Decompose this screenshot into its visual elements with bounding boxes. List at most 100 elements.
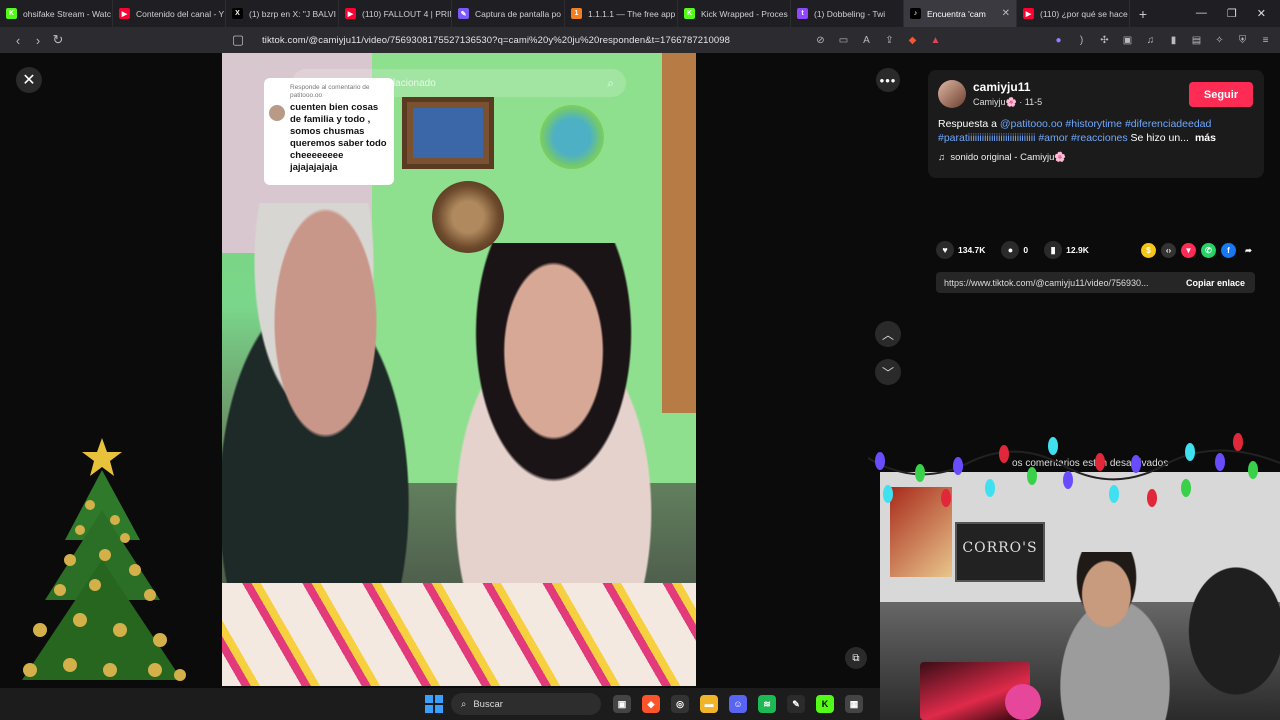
browser-tab[interactable]: Kohsifake Stream - Watc bbox=[0, 0, 113, 27]
embed-icon[interactable]: ‹› bbox=[1161, 242, 1176, 258]
minimize-icon[interactable]: — bbox=[1196, 7, 1207, 20]
back-icon[interactable]: ‹ bbox=[8, 33, 28, 48]
avatar[interactable] bbox=[938, 80, 966, 108]
block-icon[interactable]: ⊘ bbox=[814, 34, 827, 47]
browser-tab[interactable]: t (1) Dobbeling - Twi bbox=[791, 0, 904, 27]
whatsapp-icon[interactable]: ✆ bbox=[1201, 242, 1216, 258]
translate-icon[interactable]: A bbox=[860, 34, 873, 47]
streamer bbox=[1030, 552, 1200, 720]
copy-link-button[interactable]: Copiar enlace bbox=[1186, 278, 1255, 288]
share-icon[interactable]: ⇪ bbox=[883, 34, 896, 47]
tab-favicon-icon: K bbox=[6, 8, 17, 19]
link-copy-box: https://www.tiktok.com/@camiyju11/video/… bbox=[936, 272, 1255, 293]
more-button[interactable]: más bbox=[1195, 132, 1216, 144]
tab-favicon-icon: X bbox=[232, 8, 243, 19]
url-text[interactable]: tiktok.com/@camiyju11/video/756930817552… bbox=[262, 35, 730, 46]
extension-icon[interactable]: ● bbox=[1052, 34, 1065, 47]
reply-comment-sticker: Responde al comentario de patitooo.oo cu… bbox=[264, 78, 394, 185]
reload-icon[interactable]: ↻ bbox=[48, 32, 68, 48]
browser-tab[interactable]: ✎ Captura de pantalla po bbox=[452, 0, 565, 27]
coin-icon[interactable]: $ bbox=[1141, 242, 1156, 258]
tab-title: (1) Dobbeling - Twi bbox=[814, 8, 886, 19]
sound-title: sonido original - Camiyju🌸 bbox=[950, 152, 1067, 163]
spotify-icon[interactable]: ≋ bbox=[758, 695, 776, 713]
browser-tab[interactable]: 1 1.1.1.1 — The free app bbox=[565, 0, 678, 27]
bookmark-icon[interactable]: ▮ bbox=[1044, 241, 1063, 259]
tab-title: (110) FALLOUT 4 | PRIM bbox=[362, 8, 452, 19]
tree-tier-3 bbox=[22, 560, 182, 680]
miniplayer-icon[interactable]: ⧉ bbox=[845, 647, 867, 669]
windows-start-icon[interactable] bbox=[425, 695, 443, 713]
audio-icon[interactable]: ) bbox=[1075, 34, 1088, 47]
post-date: · 11-5 bbox=[1019, 97, 1043, 107]
tab-title: 1.1.1.1 — The free app bbox=[588, 8, 676, 19]
comment-stat[interactable]: ● 0 bbox=[1001, 241, 1028, 259]
close-tab-icon[interactable]: ✕ bbox=[1002, 8, 1010, 19]
brave-icon[interactable]: ◆ bbox=[642, 695, 660, 713]
tab-title: Kick Wrapped - Proces bbox=[701, 8, 788, 19]
next-video-button[interactable]: ﹀ bbox=[875, 359, 901, 385]
tab-title: Encuentra 'cam bbox=[927, 8, 986, 19]
close-video-button[interactable]: ✕ bbox=[16, 67, 42, 93]
avatar bbox=[269, 105, 285, 121]
browser-tab[interactable]: ▶ (110) FALLOUT 4 | PRIM bbox=[339, 0, 452, 27]
taskbar-search[interactable]: ⌕ Buscar bbox=[451, 693, 601, 715]
browser-toolbar-icons: ⊘ ▭ A ⇪ ◆ ▲ ● ) ✣ ▣ ♫ ▮ ▤ ✧ ⛨ ≡ bbox=[814, 34, 1272, 47]
discord-icon[interactable]: ☺ bbox=[729, 695, 747, 713]
facebook-icon[interactable]: f bbox=[1221, 242, 1236, 258]
tab-favicon-icon: t bbox=[797, 8, 808, 19]
search-icon: ⌕ bbox=[461, 698, 467, 710]
save-stat[interactable]: ▮ 12.9K bbox=[1044, 241, 1089, 259]
browser-tab[interactable]: X (1) bzrp en X: "J BALVI bbox=[226, 0, 339, 27]
more-options-button[interactable]: ••• bbox=[876, 68, 900, 92]
previous-video-button[interactable]: ︿ bbox=[875, 321, 901, 347]
puzzle-icon[interactable]: ✣ bbox=[1098, 34, 1111, 47]
brave-shield-icon[interactable]: ◆ bbox=[906, 34, 919, 47]
screenshot-icon[interactable]: ▣ bbox=[1121, 34, 1134, 47]
mention-link[interactable]: @patitooo.oo bbox=[1000, 118, 1063, 130]
cast-icon[interactable]: ▭ bbox=[837, 34, 850, 47]
browser-tab[interactable]: ▶ Contenido del canal - Y bbox=[113, 0, 226, 27]
menu-icon[interactable]: ≡ bbox=[1259, 34, 1272, 47]
music-icon[interactable]: ♫ bbox=[1144, 34, 1157, 47]
calculator-icon[interactable]: ▦ bbox=[845, 695, 863, 713]
kick-icon[interactable]: K bbox=[816, 695, 834, 713]
forward-icon[interactable]: › bbox=[28, 33, 48, 48]
obs-icon[interactable]: ◎ bbox=[671, 695, 689, 713]
bookmark-icon[interactable]: ▢ bbox=[228, 32, 248, 48]
notepad-icon[interactable]: ✎ bbox=[787, 695, 805, 713]
display-name: Camiyju🌸 bbox=[973, 97, 1017, 107]
address-bar: ‹ › ↻ ▢ tiktok.com/@camiyju11/video/7569… bbox=[0, 27, 1280, 53]
browser-tab[interactable]: ▶ (110) ¿por qué se hace bbox=[1017, 0, 1130, 27]
windows-taskbar: ⌕ Buscar ▣ ◆ ◎ ▬ ☺ ≋ ✎ K ▦ bbox=[0, 688, 880, 720]
rewards-icon[interactable]: ▲ bbox=[929, 34, 942, 47]
new-tab-button[interactable]: + bbox=[1130, 6, 1156, 22]
username[interactable]: camiyju11 bbox=[973, 80, 1030, 94]
heart-icon[interactable]: ♥ bbox=[936, 241, 954, 259]
sound-link[interactable]: ♫ sonido original - Camiyju🌸 bbox=[938, 152, 1066, 163]
comment-icon[interactable]: ● bbox=[1001, 241, 1020, 259]
vpn-icon[interactable]: ⛨ bbox=[1236, 34, 1249, 47]
repost-icon[interactable]: ▼ bbox=[1181, 242, 1196, 258]
maximize-icon[interactable]: ❐ bbox=[1227, 7, 1237, 20]
taskbar-apps: ▣ ◆ ◎ ▬ ☺ ≋ ✎ K ▦ bbox=[613, 695, 863, 713]
task-view-icon[interactable]: ▣ bbox=[613, 695, 631, 713]
browser-tab[interactable]: K Kick Wrapped - Proces bbox=[678, 0, 791, 27]
file-explorer-icon[interactable]: ▬ bbox=[700, 695, 718, 713]
video-player[interactable]: Buscar contenido relacionado ⌕ Responde … bbox=[222, 53, 696, 686]
share-arrow-icon[interactable]: ➦ bbox=[1241, 243, 1256, 258]
leo-icon[interactable]: ✧ bbox=[1213, 34, 1226, 47]
search-icon[interactable]: ⌕ bbox=[607, 76, 614, 91]
christmas-tree-overlay bbox=[22, 438, 186, 703]
tab-favicon-icon: ▶ bbox=[345, 8, 356, 19]
close-window-icon[interactable]: ✕ bbox=[1257, 7, 1266, 20]
browser-tab[interactable]: ♪ Encuentra 'cam ✕ bbox=[904, 0, 1017, 27]
person-right bbox=[437, 243, 696, 603]
follow-button[interactable]: Seguir bbox=[1189, 82, 1253, 107]
browser-tab-bar: Kohsifake Stream - Watc ▶ Contenido del ca… bbox=[0, 0, 1280, 27]
sidebar-icon[interactable]: ▮ bbox=[1167, 34, 1180, 47]
tab-title: (110) ¿por qué se hace bbox=[1040, 8, 1128, 19]
wallet-icon[interactable]: ▤ bbox=[1190, 34, 1203, 47]
like-stat[interactable]: ♥ 134.7K bbox=[936, 241, 985, 259]
comment-count: 0 bbox=[1023, 245, 1029, 255]
